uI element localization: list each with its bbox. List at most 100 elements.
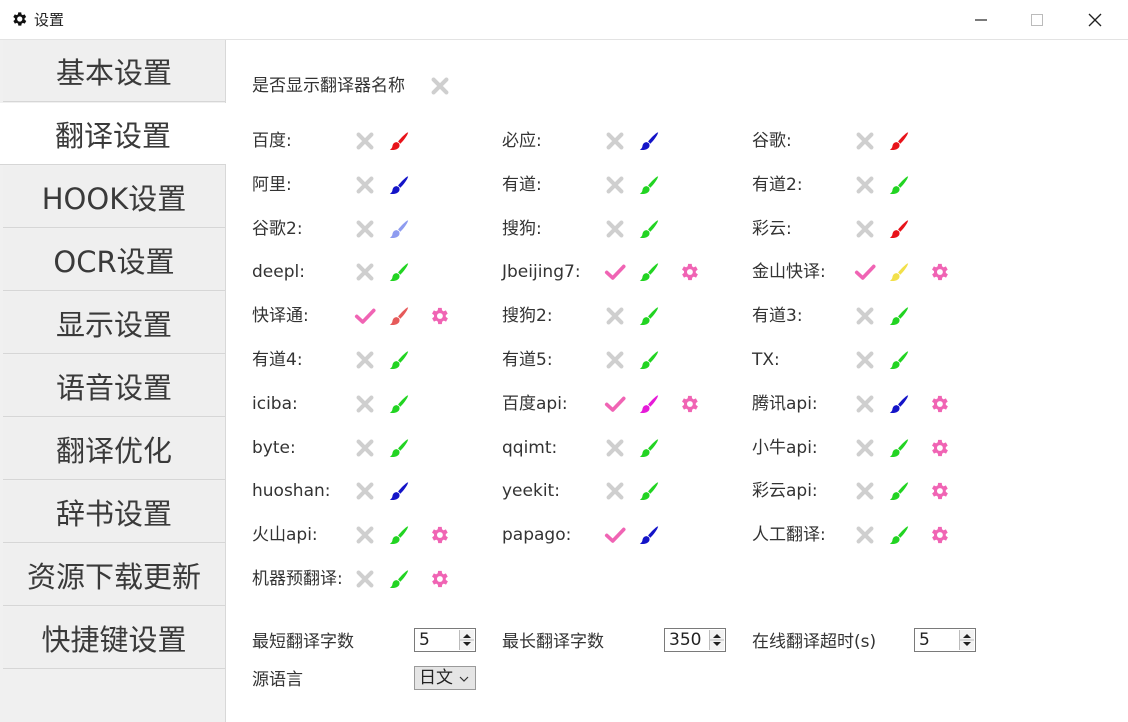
maximize-button[interactable] [1008, 0, 1066, 40]
check-icon[interactable] [604, 393, 626, 415]
translator-name: 金山快译: [752, 262, 826, 282]
brush-icon[interactable] [888, 305, 910, 327]
spin-arrows[interactable] [959, 630, 974, 650]
brush-icon[interactable] [638, 174, 660, 196]
brush-icon[interactable] [888, 218, 910, 240]
sidebar-item[interactable]: HOOK设置 [3, 166, 225, 228]
brush-icon[interactable] [638, 130, 660, 152]
brush-icon[interactable] [888, 437, 910, 459]
check-icon[interactable] [604, 524, 626, 546]
cross-icon[interactable] [354, 568, 376, 590]
brush-icon[interactable] [388, 568, 410, 590]
min-chars-spinbox[interactable]: 5 [414, 628, 476, 652]
sidebar-item[interactable]: 资源下载更新 [3, 544, 225, 606]
brush-icon[interactable] [888, 130, 910, 152]
brush-icon[interactable] [388, 305, 410, 327]
show-translator-name-toggle-icon[interactable] [429, 75, 451, 97]
translator-name: 人工翻译: [752, 525, 826, 545]
brush-icon[interactable] [388, 130, 410, 152]
spin-up-down-icon [710, 634, 724, 646]
check-icon[interactable] [604, 261, 626, 283]
sidebar-item[interactable]: 显示设置 [3, 292, 225, 354]
cross-icon[interactable] [604, 349, 626, 371]
gear-icon[interactable] [428, 524, 450, 546]
translator-name: TX: [752, 350, 780, 370]
brush-icon[interactable] [888, 524, 910, 546]
cross-icon[interactable] [354, 524, 376, 546]
brush-icon[interactable] [638, 437, 660, 459]
brush-icon[interactable] [888, 174, 910, 196]
translator-name: 机器预翻译: [252, 569, 343, 589]
check-icon[interactable] [854, 261, 876, 283]
brush-icon[interactable] [388, 524, 410, 546]
cross-icon[interactable] [604, 305, 626, 327]
minimize-icon [975, 19, 987, 21]
brush-icon[interactable] [388, 174, 410, 196]
cross-icon[interactable] [354, 218, 376, 240]
cross-icon[interactable] [854, 393, 876, 415]
close-button[interactable] [1066, 0, 1124, 40]
brush-icon[interactable] [388, 480, 410, 502]
gear-icon[interactable] [678, 393, 700, 415]
cross-icon[interactable] [854, 349, 876, 371]
sidebar-item[interactable]: 基本设置 [3, 40, 225, 102]
brush-icon[interactable] [638, 261, 660, 283]
sidebar-item[interactable]: 翻译设置 [0, 103, 226, 165]
source-language-select[interactable]: 日文 [414, 666, 476, 690]
sidebar-item[interactable]: 快捷键设置 [3, 607, 225, 669]
brush-icon[interactable] [388, 393, 410, 415]
cross-icon[interactable] [854, 130, 876, 152]
spin-arrows[interactable] [709, 630, 724, 650]
sidebar-item[interactable]: 辞书设置 [3, 481, 225, 543]
timeout-spinbox[interactable]: 5 [914, 628, 976, 652]
brush-icon[interactable] [638, 349, 660, 371]
brush-icon[interactable] [888, 393, 910, 415]
chevron-down-icon [459, 676, 469, 682]
cross-icon[interactable] [854, 437, 876, 459]
brush-icon[interactable] [388, 437, 410, 459]
brush-icon[interactable] [388, 349, 410, 371]
cross-icon[interactable] [354, 349, 376, 371]
cross-icon[interactable] [604, 480, 626, 502]
brush-icon[interactable] [888, 261, 910, 283]
sidebar-item[interactable]: OCR设置 [3, 229, 225, 291]
brush-icon[interactable] [638, 218, 660, 240]
cross-icon[interactable] [854, 305, 876, 327]
gear-icon[interactable] [678, 261, 700, 283]
spin-arrows[interactable] [459, 630, 474, 650]
gear-icon[interactable] [928, 261, 950, 283]
gear-icon[interactable] [428, 305, 450, 327]
cross-icon[interactable] [604, 437, 626, 459]
gear-icon[interactable] [928, 393, 950, 415]
brush-icon[interactable] [638, 480, 660, 502]
cross-icon[interactable] [354, 130, 376, 152]
gear-icon[interactable] [928, 524, 950, 546]
cross-icon[interactable] [854, 218, 876, 240]
cross-icon[interactable] [854, 480, 876, 502]
minimize-button[interactable] [952, 0, 1010, 40]
cross-icon[interactable] [354, 393, 376, 415]
gear-icon[interactable] [928, 437, 950, 459]
sidebar-item[interactable]: 语音设置 [3, 355, 225, 417]
cross-icon[interactable] [854, 174, 876, 196]
brush-icon[interactable] [638, 393, 660, 415]
brush-icon[interactable] [388, 218, 410, 240]
brush-icon[interactable] [638, 524, 660, 546]
sidebar-item[interactable]: 翻译优化 [3, 418, 225, 480]
cross-icon[interactable] [354, 437, 376, 459]
brush-icon[interactable] [388, 261, 410, 283]
brush-icon[interactable] [888, 480, 910, 502]
cross-icon[interactable] [354, 261, 376, 283]
gear-icon[interactable] [928, 480, 950, 502]
check-icon[interactable] [354, 305, 376, 327]
brush-icon[interactable] [638, 305, 660, 327]
cross-icon[interactable] [354, 174, 376, 196]
max-chars-spinbox[interactable]: 350 [664, 628, 726, 652]
cross-icon[interactable] [604, 174, 626, 196]
cross-icon[interactable] [854, 524, 876, 546]
cross-icon[interactable] [604, 218, 626, 240]
cross-icon[interactable] [354, 480, 376, 502]
cross-icon[interactable] [604, 130, 626, 152]
brush-icon[interactable] [888, 349, 910, 371]
gear-icon[interactable] [428, 568, 450, 590]
